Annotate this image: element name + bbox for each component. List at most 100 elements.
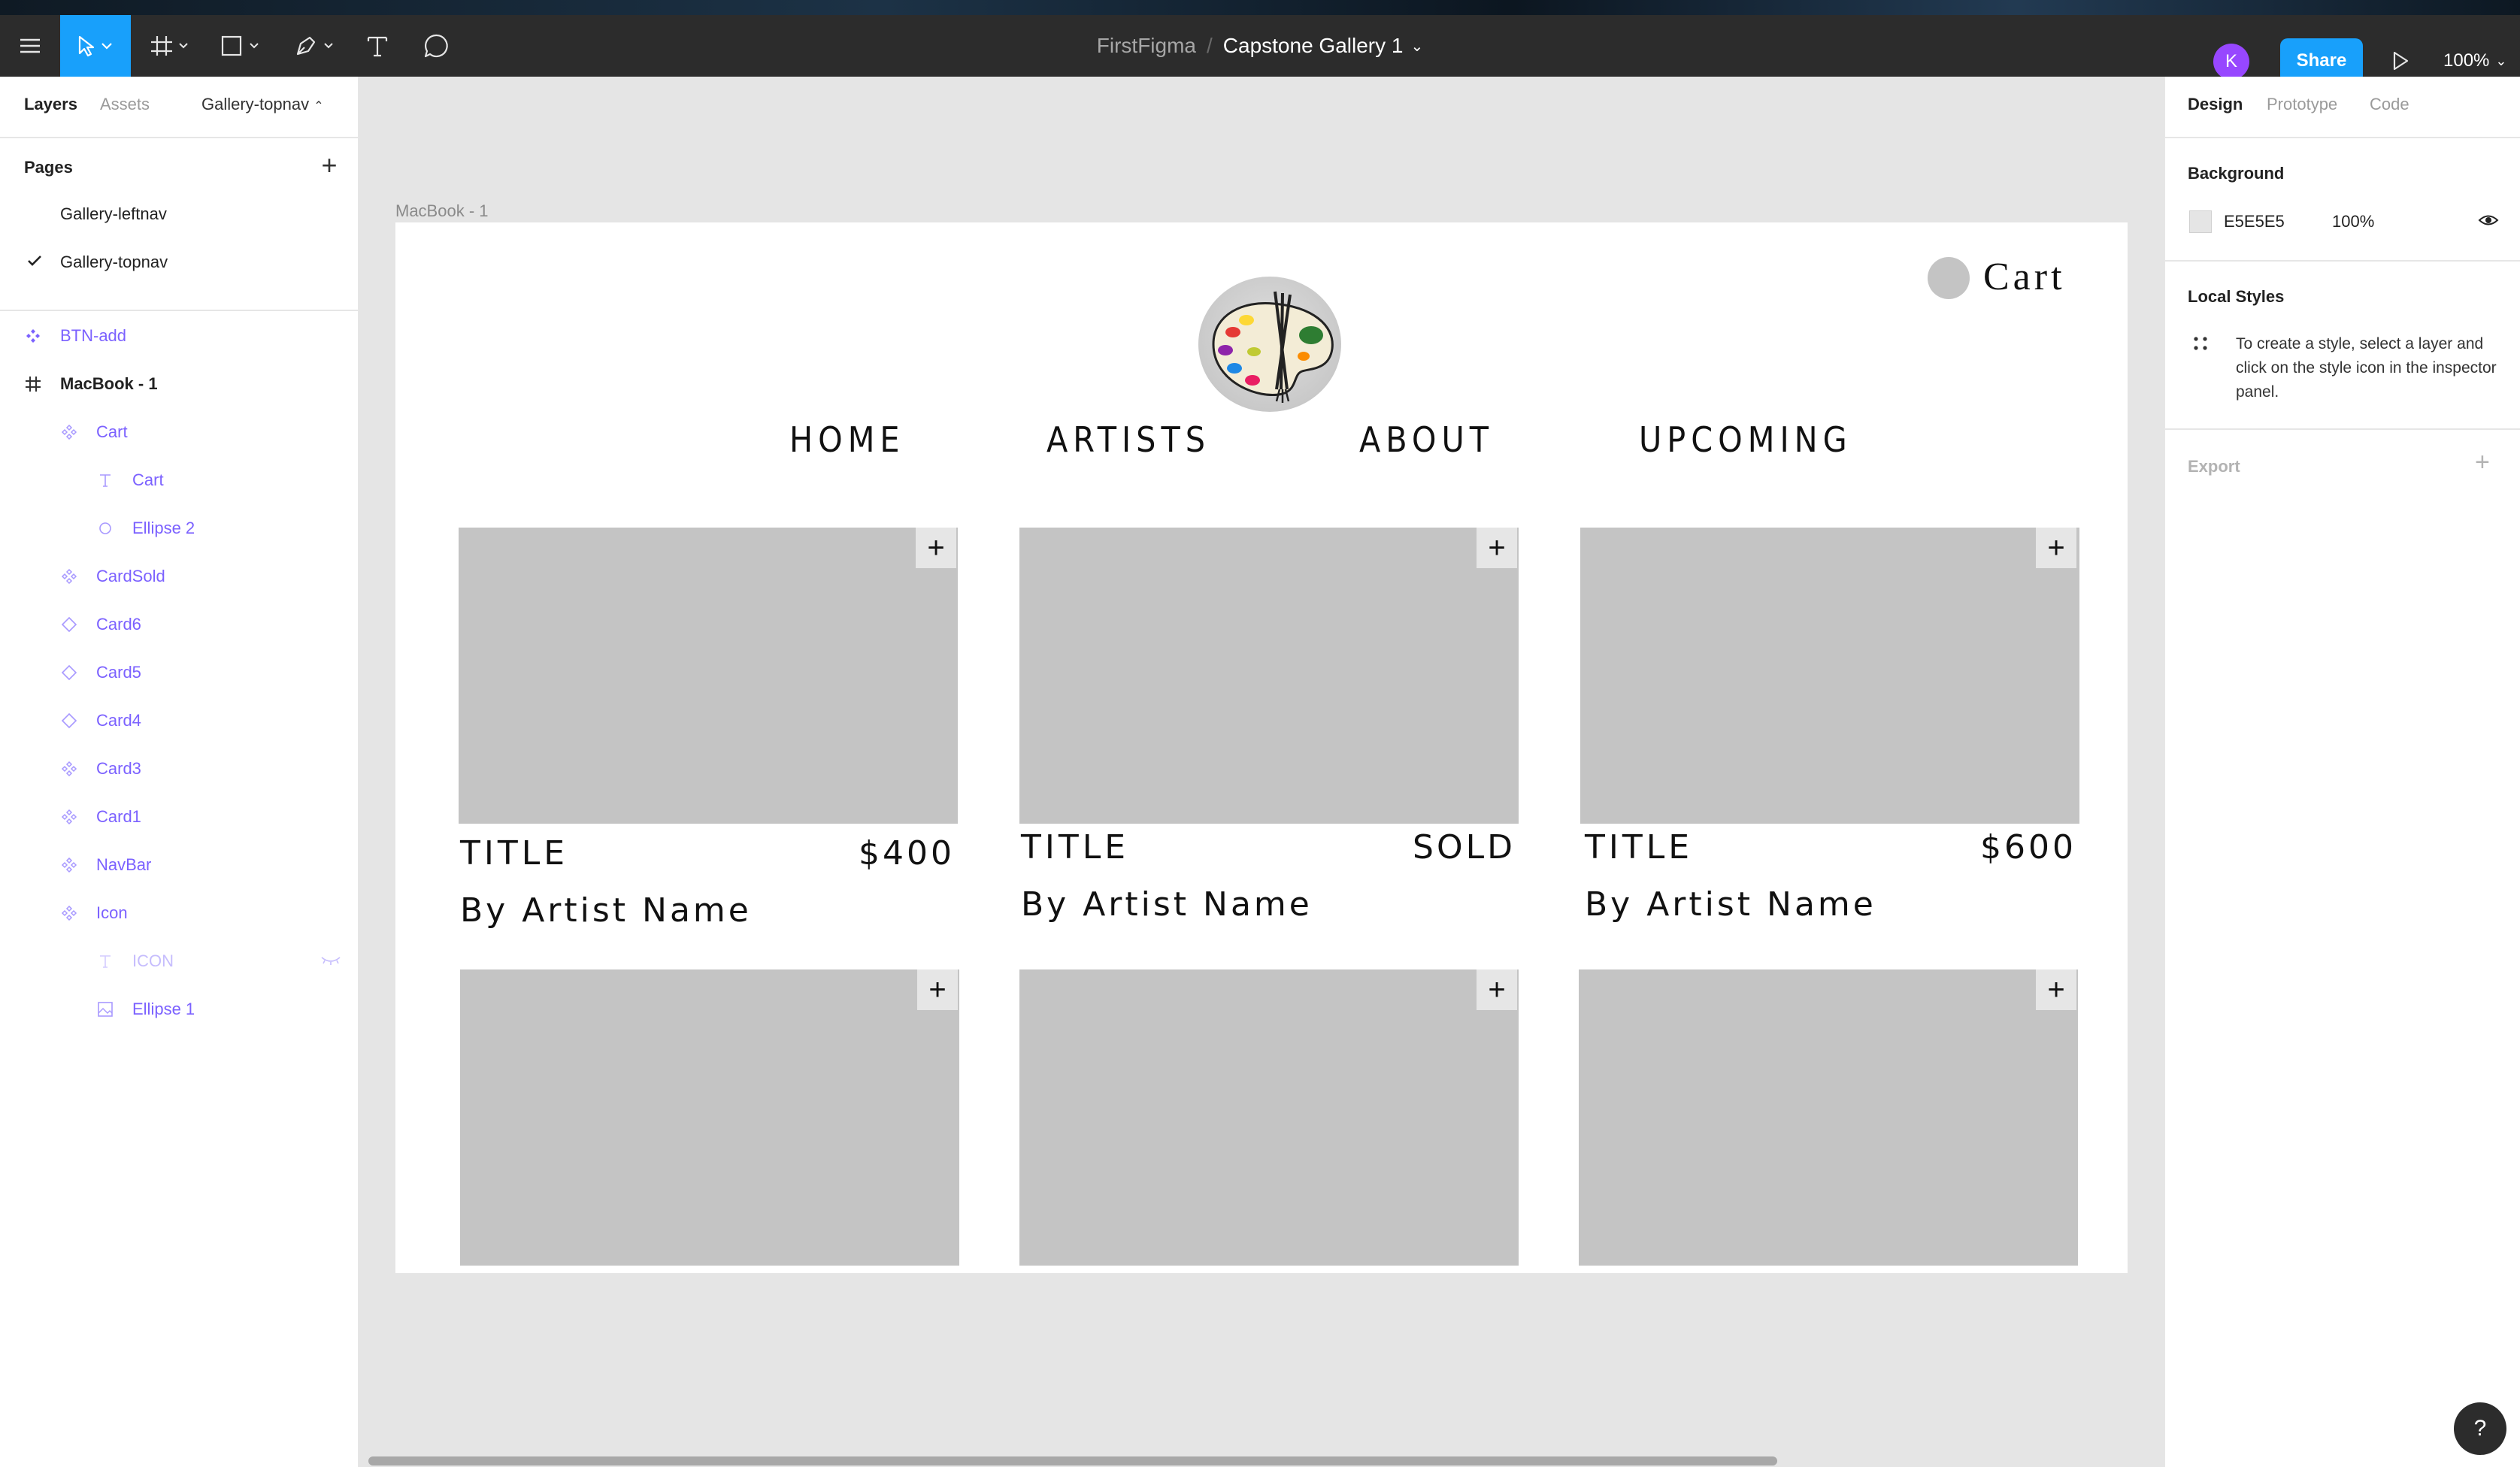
palette-logo[interactable] bbox=[1198, 277, 1341, 412]
nav-home[interactable]: HOME bbox=[789, 416, 905, 463]
layer-card3[interactable]: Card3 bbox=[61, 758, 141, 780]
add-export-icon[interactable]: + bbox=[2475, 449, 2490, 475]
component-icon bbox=[24, 327, 42, 345]
design-inspector-panel bbox=[2164, 77, 2520, 1467]
top-toolbar: FirstFigma / Capstone Gallery 1 ⌄ K Shar… bbox=[0, 15, 2520, 83]
layer-card4[interactable]: Card4 bbox=[61, 709, 141, 732]
pages-heading: Pages bbox=[24, 158, 73, 177]
chevron-down-icon[interactable]: ⌄ bbox=[1410, 37, 1423, 56]
text-icon bbox=[96, 952, 114, 970]
layer-cardsold[interactable]: CardSold bbox=[61, 565, 165, 588]
background-color-swatch[interactable] bbox=[2189, 210, 2212, 233]
instance-icon bbox=[60, 808, 78, 826]
add-to-cart-button[interactable]: + bbox=[1477, 528, 1517, 568]
card-artist: By Artist Name bbox=[460, 891, 752, 930]
layer-label: NavBar bbox=[96, 855, 152, 874]
tab-prototype[interactable]: Prototype bbox=[2267, 95, 2337, 114]
card-image-placeholder[interactable] bbox=[1579, 969, 2078, 1266]
nav-about[interactable]: ABOUT bbox=[1359, 416, 1494, 463]
instance-diamond-icon bbox=[60, 616, 78, 634]
current-page-label: Gallery-topnav bbox=[201, 95, 310, 113]
background-opacity-field[interactable]: 100% bbox=[2332, 212, 2374, 231]
add-to-cart-button[interactable]: + bbox=[2036, 528, 2076, 568]
tab-code[interactable]: Code bbox=[2370, 95, 2409, 114]
cart-link[interactable]: Cart bbox=[1983, 253, 2066, 302]
eye-closed-icon[interactable] bbox=[320, 954, 341, 966]
page-item-selected[interactable]: Gallery-topnav bbox=[60, 253, 168, 272]
eye-icon[interactable] bbox=[2478, 212, 2499, 228]
instance-icon bbox=[60, 760, 78, 778]
image-icon bbox=[96, 1000, 114, 1018]
layer-ellipse-2[interactable]: Ellipse 2 bbox=[99, 517, 195, 540]
layer-navbar[interactable]: NavBar bbox=[61, 854, 152, 876]
card-price: $600 bbox=[1980, 828, 2076, 867]
frame-tool-button[interactable] bbox=[147, 15, 200, 77]
layers-panel bbox=[0, 77, 359, 1467]
card-image-placeholder[interactable] bbox=[459, 528, 958, 824]
add-to-cart-button[interactable]: + bbox=[2036, 969, 2076, 1010]
layer-icon-text-hidden[interactable]: ICON bbox=[100, 950, 174, 972]
panel-divider bbox=[0, 137, 359, 138]
page-item[interactable]: Gallery-leftnav bbox=[60, 204, 167, 224]
frame-label[interactable]: MacBook - 1 bbox=[395, 201, 489, 221]
user-avatar[interactable]: K bbox=[2213, 44, 2249, 80]
file-name[interactable]: Capstone Gallery 1 bbox=[1223, 34, 1404, 58]
card-artist: By Artist Name bbox=[1021, 885, 1313, 924]
move-tool-button[interactable] bbox=[60, 15, 131, 77]
horizontal-scrollbar[interactable] bbox=[368, 1456, 1777, 1465]
card-image-placeholder[interactable] bbox=[1019, 969, 1519, 1266]
layer-macbook-1[interactable]: MacBook - 1 bbox=[26, 373, 158, 395]
card-image-placeholder[interactable] bbox=[1019, 528, 1519, 824]
panel-divider bbox=[2165, 260, 2520, 262]
layer-label: Cart bbox=[132, 470, 164, 489]
card-image-placeholder[interactable] bbox=[1580, 528, 2079, 824]
panel-divider bbox=[2165, 137, 2520, 138]
ellipse-icon bbox=[96, 519, 114, 537]
layer-label: Cart bbox=[96, 422, 128, 441]
export-heading: Export bbox=[2188, 457, 2240, 476]
panel-divider bbox=[0, 310, 359, 311]
tab-layers[interactable]: Layers bbox=[24, 95, 77, 114]
nav-artists[interactable]: ARTISTS bbox=[1046, 416, 1210, 463]
tab-design[interactable]: Design bbox=[2188, 95, 2243, 114]
layer-card6[interactable]: Card6 bbox=[61, 613, 141, 636]
layer-label: Card4 bbox=[96, 711, 141, 730]
cart-avatar-circle[interactable] bbox=[1928, 257, 1970, 299]
comment-tool-button[interactable] bbox=[418, 15, 456, 77]
add-to-cart-button[interactable]: + bbox=[917, 969, 958, 1010]
card-image-placeholder[interactable] bbox=[460, 969, 959, 1266]
add-to-cart-button[interactable]: + bbox=[916, 528, 956, 568]
chevron-up-icon: ⌃ bbox=[313, 100, 324, 113]
layer-btn-add[interactable]: BTN-add bbox=[26, 325, 127, 347]
layer-label: BTN-add bbox=[60, 326, 127, 345]
layer-icon[interactable]: Icon bbox=[61, 902, 128, 924]
main-menu-icon[interactable] bbox=[9, 15, 51, 77]
layer-cart[interactable]: Cart bbox=[61, 421, 128, 443]
zoom-level: 100% bbox=[2443, 50, 2490, 71]
layer-ellipse-1[interactable]: Ellipse 1 bbox=[98, 998, 195, 1021]
help-button[interactable]: ? bbox=[2454, 1402, 2506, 1455]
layer-label: Ellipse 2 bbox=[132, 519, 195, 537]
instance-diamond-icon bbox=[60, 712, 78, 730]
layer-card1[interactable]: Card1 bbox=[61, 806, 141, 828]
add-to-cart-button[interactable]: + bbox=[1477, 969, 1517, 1010]
shape-tool-button[interactable] bbox=[218, 15, 271, 77]
paint-palette-icon bbox=[1212, 291, 1334, 403]
layer-label: Icon bbox=[96, 903, 128, 922]
nav-upcoming[interactable]: UPCOMING bbox=[1639, 416, 1852, 463]
add-page-icon[interactable]: + bbox=[314, 150, 344, 180]
layer-cart-text[interactable]: Cart bbox=[100, 469, 164, 492]
current-page-dropdown[interactable]: Gallery-topnav ⌃ bbox=[201, 95, 324, 114]
layer-card5[interactable]: Card5 bbox=[61, 661, 141, 684]
card-title: TITLE bbox=[460, 834, 569, 873]
card-title: TITLE bbox=[1585, 828, 1694, 867]
text-tool-button[interactable] bbox=[361, 15, 394, 77]
panel-divider bbox=[2165, 428, 2520, 430]
background-hex-field[interactable]: E5E5E5 bbox=[2224, 212, 2285, 231]
instance-icon bbox=[60, 856, 78, 874]
tab-assets[interactable]: Assets bbox=[100, 95, 150, 114]
layer-label: Card6 bbox=[96, 615, 141, 634]
project-name[interactable]: FirstFigma bbox=[1097, 34, 1196, 58]
pen-tool-button[interactable] bbox=[290, 15, 344, 77]
instance-diamond-icon bbox=[60, 664, 78, 682]
